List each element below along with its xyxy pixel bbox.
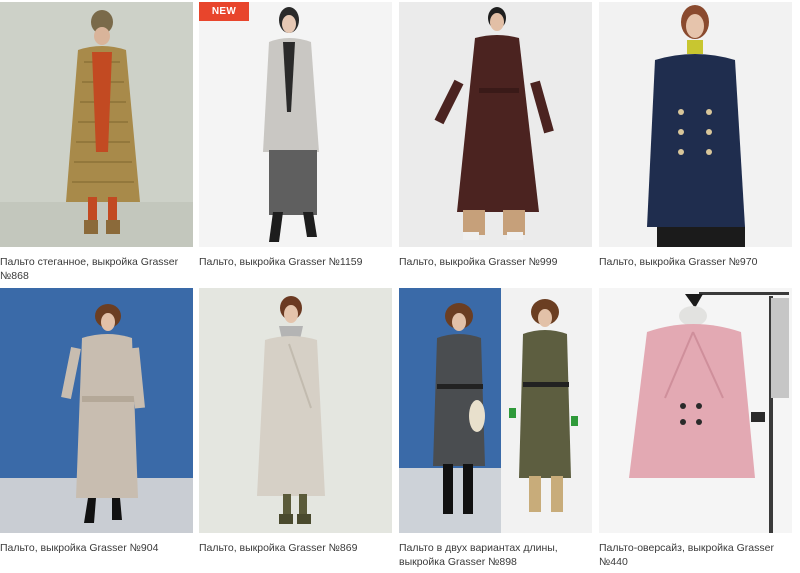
product-caption[interactable]: Пальто, выкройка Grasser №1159 xyxy=(199,255,392,269)
product-grid: Пальто стеганное, выкройка Grasser №868 … xyxy=(0,0,800,573)
product-image-wrap-coat[interactable] xyxy=(199,288,392,533)
product-caption[interactable]: Пальто-оверсайз, выкройка Grasser №440 xyxy=(599,541,792,569)
product-card[interactable]: Пальто в двух вариантах длины, выкройка … xyxy=(399,288,592,569)
product-image-belted-coat[interactable] xyxy=(0,288,193,533)
product-caption[interactable]: Пальто стеганное, выкройка Grasser №868 xyxy=(0,255,193,283)
new-badge: NEW xyxy=(199,2,249,21)
product-card[interactable]: Пальто, выкройка Grasser №999 xyxy=(399,2,592,269)
product-image-pink-oversize-coat[interactable] xyxy=(599,288,792,533)
product-image-trench-coat[interactable] xyxy=(399,2,592,247)
product-card[interactable]: Пальто, выкройка Grasser №904 xyxy=(0,288,193,555)
product-card[interactable]: Пальто-оверсайз, выкройка Grasser №440 xyxy=(599,288,792,569)
product-card[interactable]: Пальто стеганное, выкройка Grasser №868 xyxy=(0,2,193,283)
product-caption[interactable]: Пальто, выкройка Grasser №970 xyxy=(599,255,792,269)
product-card[interactable]: Пальто, выкройка Grasser №970 xyxy=(599,2,792,269)
product-image-navy-peacoat[interactable] xyxy=(599,2,792,247)
product-caption[interactable]: Пальто, выкройка Grasser №869 xyxy=(199,541,392,555)
product-image-quilted-coat[interactable] xyxy=(0,2,193,247)
product-card[interactable]: Пальто, выкройка Grasser №869 xyxy=(199,288,392,555)
product-caption[interactable]: Пальто, выкройка Grasser №999 xyxy=(399,255,592,269)
product-caption[interactable]: Пальто, выкройка Grasser №904 xyxy=(0,541,193,555)
product-card[interactable]: NEW Пальто, выкройка Grasser №1159 xyxy=(199,2,392,269)
product-image-grey-coat[interactable]: NEW xyxy=(199,2,392,247)
product-image-two-length-coat[interactable] xyxy=(399,288,592,533)
product-caption[interactable]: Пальто в двух вариантах длины, выкройка … xyxy=(399,541,592,569)
